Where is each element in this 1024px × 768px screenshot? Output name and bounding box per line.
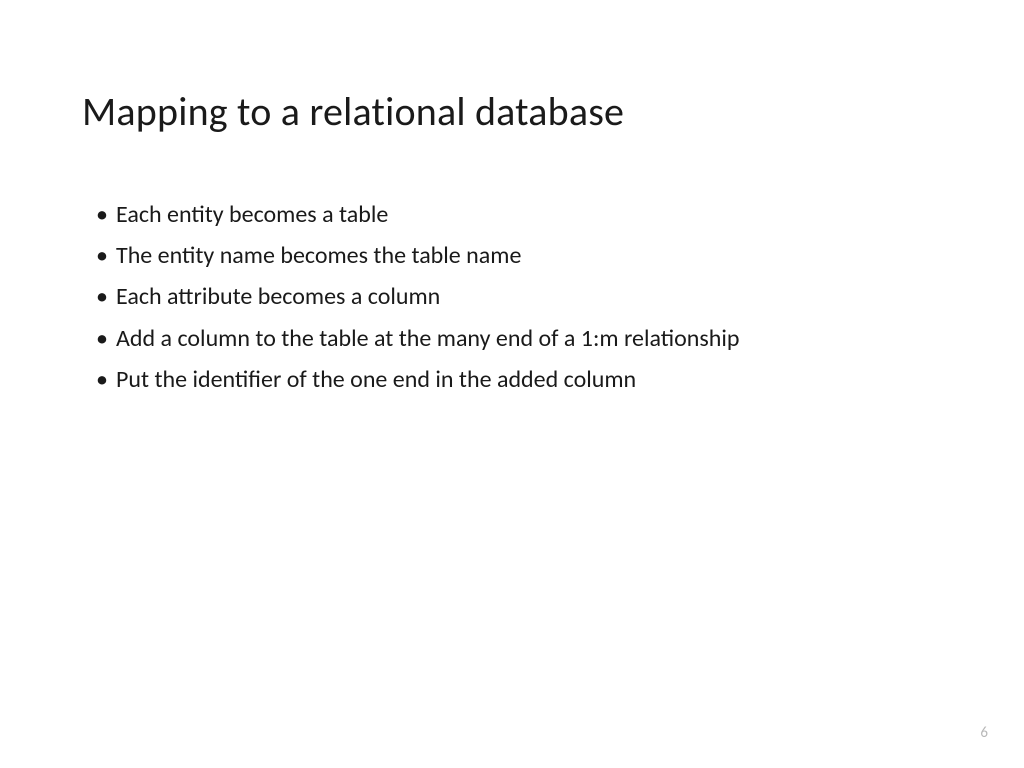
bullet-item: Each entity becomes a table: [96, 196, 942, 233]
slide: Mapping to a relational database Each en…: [0, 0, 1024, 768]
bullet-item: Each attribute becomes a column: [96, 278, 942, 315]
slide-title: Mapping to a relational database: [82, 88, 942, 136]
bullet-item: Add a column to the table at the many en…: [96, 320, 942, 357]
page-number: 6: [980, 724, 988, 742]
bullet-list: Each entity becomes a table The entity n…: [82, 196, 942, 398]
bullet-item: The entity name becomes the table name: [96, 237, 942, 274]
bullet-item: Put the identifier of the one end in the…: [96, 361, 942, 398]
